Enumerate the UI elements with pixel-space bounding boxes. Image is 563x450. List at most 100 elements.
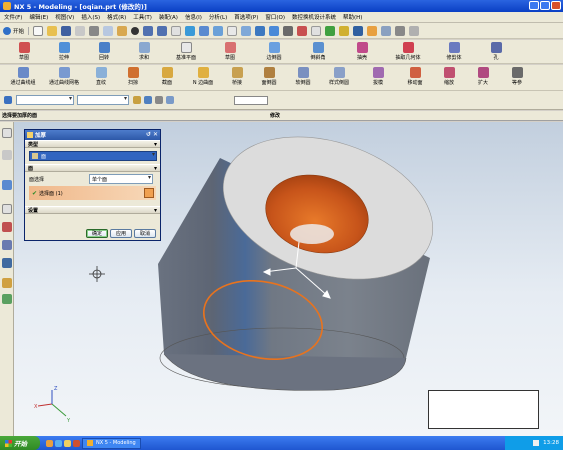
menu-analysis[interactable]: 分析(L) — [209, 13, 227, 21]
apply-button[interactable]: 应用 — [109, 229, 132, 238]
n-sided-surface-button[interactable]: N 边曲面 — [184, 65, 222, 86]
zoom-icon[interactable] — [199, 25, 210, 36]
wcs-icon[interactable] — [325, 25, 336, 36]
color-icon[interactable] — [367, 25, 378, 36]
menu-nc-design[interactable]: 数控换机设计系统 — [292, 13, 336, 21]
shaded-view-icon[interactable] — [255, 25, 266, 36]
sketch2-button[interactable]: 草图 — [208, 40, 252, 61]
snap-icon[interactable] — [144, 96, 152, 104]
rotate-view-icon[interactable] — [213, 25, 224, 36]
quicklaunch-folder-icon[interactable] — [64, 439, 71, 447]
menu-format[interactable]: 格式(R) — [107, 13, 126, 21]
layer-icon[interactable] — [311, 25, 322, 36]
menu-insert[interactable]: 插入(S) — [81, 13, 100, 21]
ruled-button[interactable]: 直纹 — [86, 65, 116, 86]
save-icon[interactable] — [61, 25, 72, 36]
section-surface-button[interactable]: 截面 — [150, 65, 184, 86]
delete-icon[interactable] — [131, 26, 140, 35]
cancel-button[interactable]: 取消 — [133, 229, 156, 238]
snap-end-icon[interactable] — [155, 96, 163, 104]
perspective-icon[interactable] — [241, 25, 252, 36]
roles-icon[interactable] — [2, 278, 12, 288]
browser-icon[interactable] — [2, 240, 12, 250]
maximize-button[interactable] — [540, 1, 550, 10]
face-blend-button[interactable]: 面倒圆 — [252, 65, 286, 86]
section-view-icon[interactable] — [297, 25, 308, 36]
part-navigator-icon[interactable] — [2, 180, 12, 190]
tray-volume-icon[interactable] — [533, 440, 540, 446]
dialog-close-icon[interactable]: ✕ — [153, 131, 158, 138]
dialog-titlebar[interactable]: 加厚 ↺ ✕ — [25, 130, 160, 140]
menu-info[interactable]: 信息(I) — [185, 13, 202, 21]
system-scene-icon[interactable] — [2, 294, 12, 304]
process-studio-icon[interactable] — [2, 258, 12, 268]
settings-icon[interactable] — [409, 25, 420, 36]
type-dropdown[interactable]: 面 — [29, 151, 157, 161]
unite-button[interactable]: 求和 — [124, 40, 164, 61]
quicklaunch-desktop-icon[interactable] — [55, 439, 62, 447]
snap-mid-icon[interactable] — [166, 96, 174, 104]
extract-geometry-button[interactable]: 抽取几何体 — [384, 40, 432, 61]
type-filter-dropdown[interactable] — [16, 95, 74, 105]
menu-edit[interactable]: 编辑(E) — [29, 13, 48, 21]
redo-icon[interactable] — [157, 25, 168, 36]
menu-help[interactable]: 帮助(H) — [343, 13, 362, 21]
edge-blend-button[interactable]: 边倒圆 — [252, 40, 296, 61]
draft-button[interactable]: 拔模 — [358, 65, 398, 86]
measure-icon[interactable] — [339, 25, 350, 36]
print-icon[interactable] — [75, 25, 86, 36]
extrude-button[interactable]: 拉伸 — [44, 40, 84, 61]
select-face-icon[interactable] — [144, 188, 154, 198]
type-group-header[interactable]: 类型 — [25, 140, 160, 148]
through-curve-mesh-button[interactable]: 通过曲线网格 — [42, 65, 86, 86]
menu-assembly[interactable]: 装配(A) — [159, 13, 178, 21]
start-menu-button[interactable]: 开始 — [3, 26, 30, 35]
move-face-button[interactable]: 移动面 — [398, 65, 432, 86]
selection-slider[interactable] — [234, 95, 268, 105]
menu-view[interactable]: 视图(V) — [55, 13, 74, 21]
new-file-icon[interactable] — [33, 25, 44, 36]
paste-icon[interactable] — [117, 25, 128, 36]
face-select-dropdown[interactable]: 单个面 — [89, 174, 153, 184]
select-icon[interactable] — [171, 25, 182, 36]
close-button[interactable] — [551, 1, 561, 10]
menu-icon[interactable] — [4, 96, 12, 104]
menu-tools[interactable]: 工具(T) — [133, 13, 152, 21]
bridge-button[interactable]: 桥接 — [222, 65, 252, 86]
sketch-button[interactable]: 草图 — [4, 40, 44, 61]
copy-icon[interactable] — [103, 25, 114, 36]
quicklaunch-media-icon[interactable] — [73, 439, 80, 447]
taskbar-item-nx[interactable]: NX 5 - Modeling — [82, 437, 141, 449]
menu-preferences[interactable]: 首选项(P) — [234, 13, 258, 21]
reuse-library-icon[interactable] — [2, 222, 12, 232]
soft-blend-button[interactable]: 软倒圆 — [286, 65, 320, 86]
settings-group-header[interactable]: 设置 — [25, 206, 160, 214]
fit-view-icon[interactable] — [185, 25, 196, 36]
face-group-header[interactable]: 面 — [25, 164, 160, 172]
clock-icon[interactable] — [2, 204, 12, 214]
dialog-reset-icon[interactable]: ↺ — [146, 131, 151, 138]
grid-icon[interactable] — [395, 25, 406, 36]
shell-button[interactable]: 抽壳 — [340, 40, 384, 61]
swept-button[interactable]: 扫掠 — [116, 65, 150, 86]
minimize-button[interactable] — [529, 1, 539, 10]
cut-icon[interactable] — [89, 25, 100, 36]
menu-window[interactable]: 窗口(O) — [265, 13, 285, 21]
filter-icon[interactable] — [133, 96, 141, 104]
datum-plane-button[interactable]: 基准平面 — [164, 40, 208, 61]
menu-file[interactable]: 文件(F) — [4, 13, 22, 21]
start-button[interactable]: 开始 — [0, 436, 40, 450]
quicklaunch-ie-icon[interactable] — [46, 439, 53, 447]
scale-button[interactable]: 缩放 — [432, 65, 466, 86]
styled-blend-button[interactable]: 样式倒圆 — [320, 65, 358, 86]
scope-filter-dropdown[interactable] — [77, 95, 129, 105]
undo-icon[interactable] — [143, 25, 154, 36]
analysis-icon[interactable] — [353, 25, 364, 36]
revolve-button[interactable]: 回转 — [84, 40, 124, 61]
selected-faces-row[interactable]: ✔ 选择面 (1) — [29, 186, 156, 200]
hole-button[interactable]: 孔 — [476, 40, 516, 61]
enlarge-button[interactable]: 扩大 — [466, 65, 500, 86]
trim-body-button[interactable]: 修剪体 — [432, 40, 476, 61]
blank-icon[interactable] — [381, 25, 392, 36]
iso-view-icon[interactable] — [269, 25, 280, 36]
